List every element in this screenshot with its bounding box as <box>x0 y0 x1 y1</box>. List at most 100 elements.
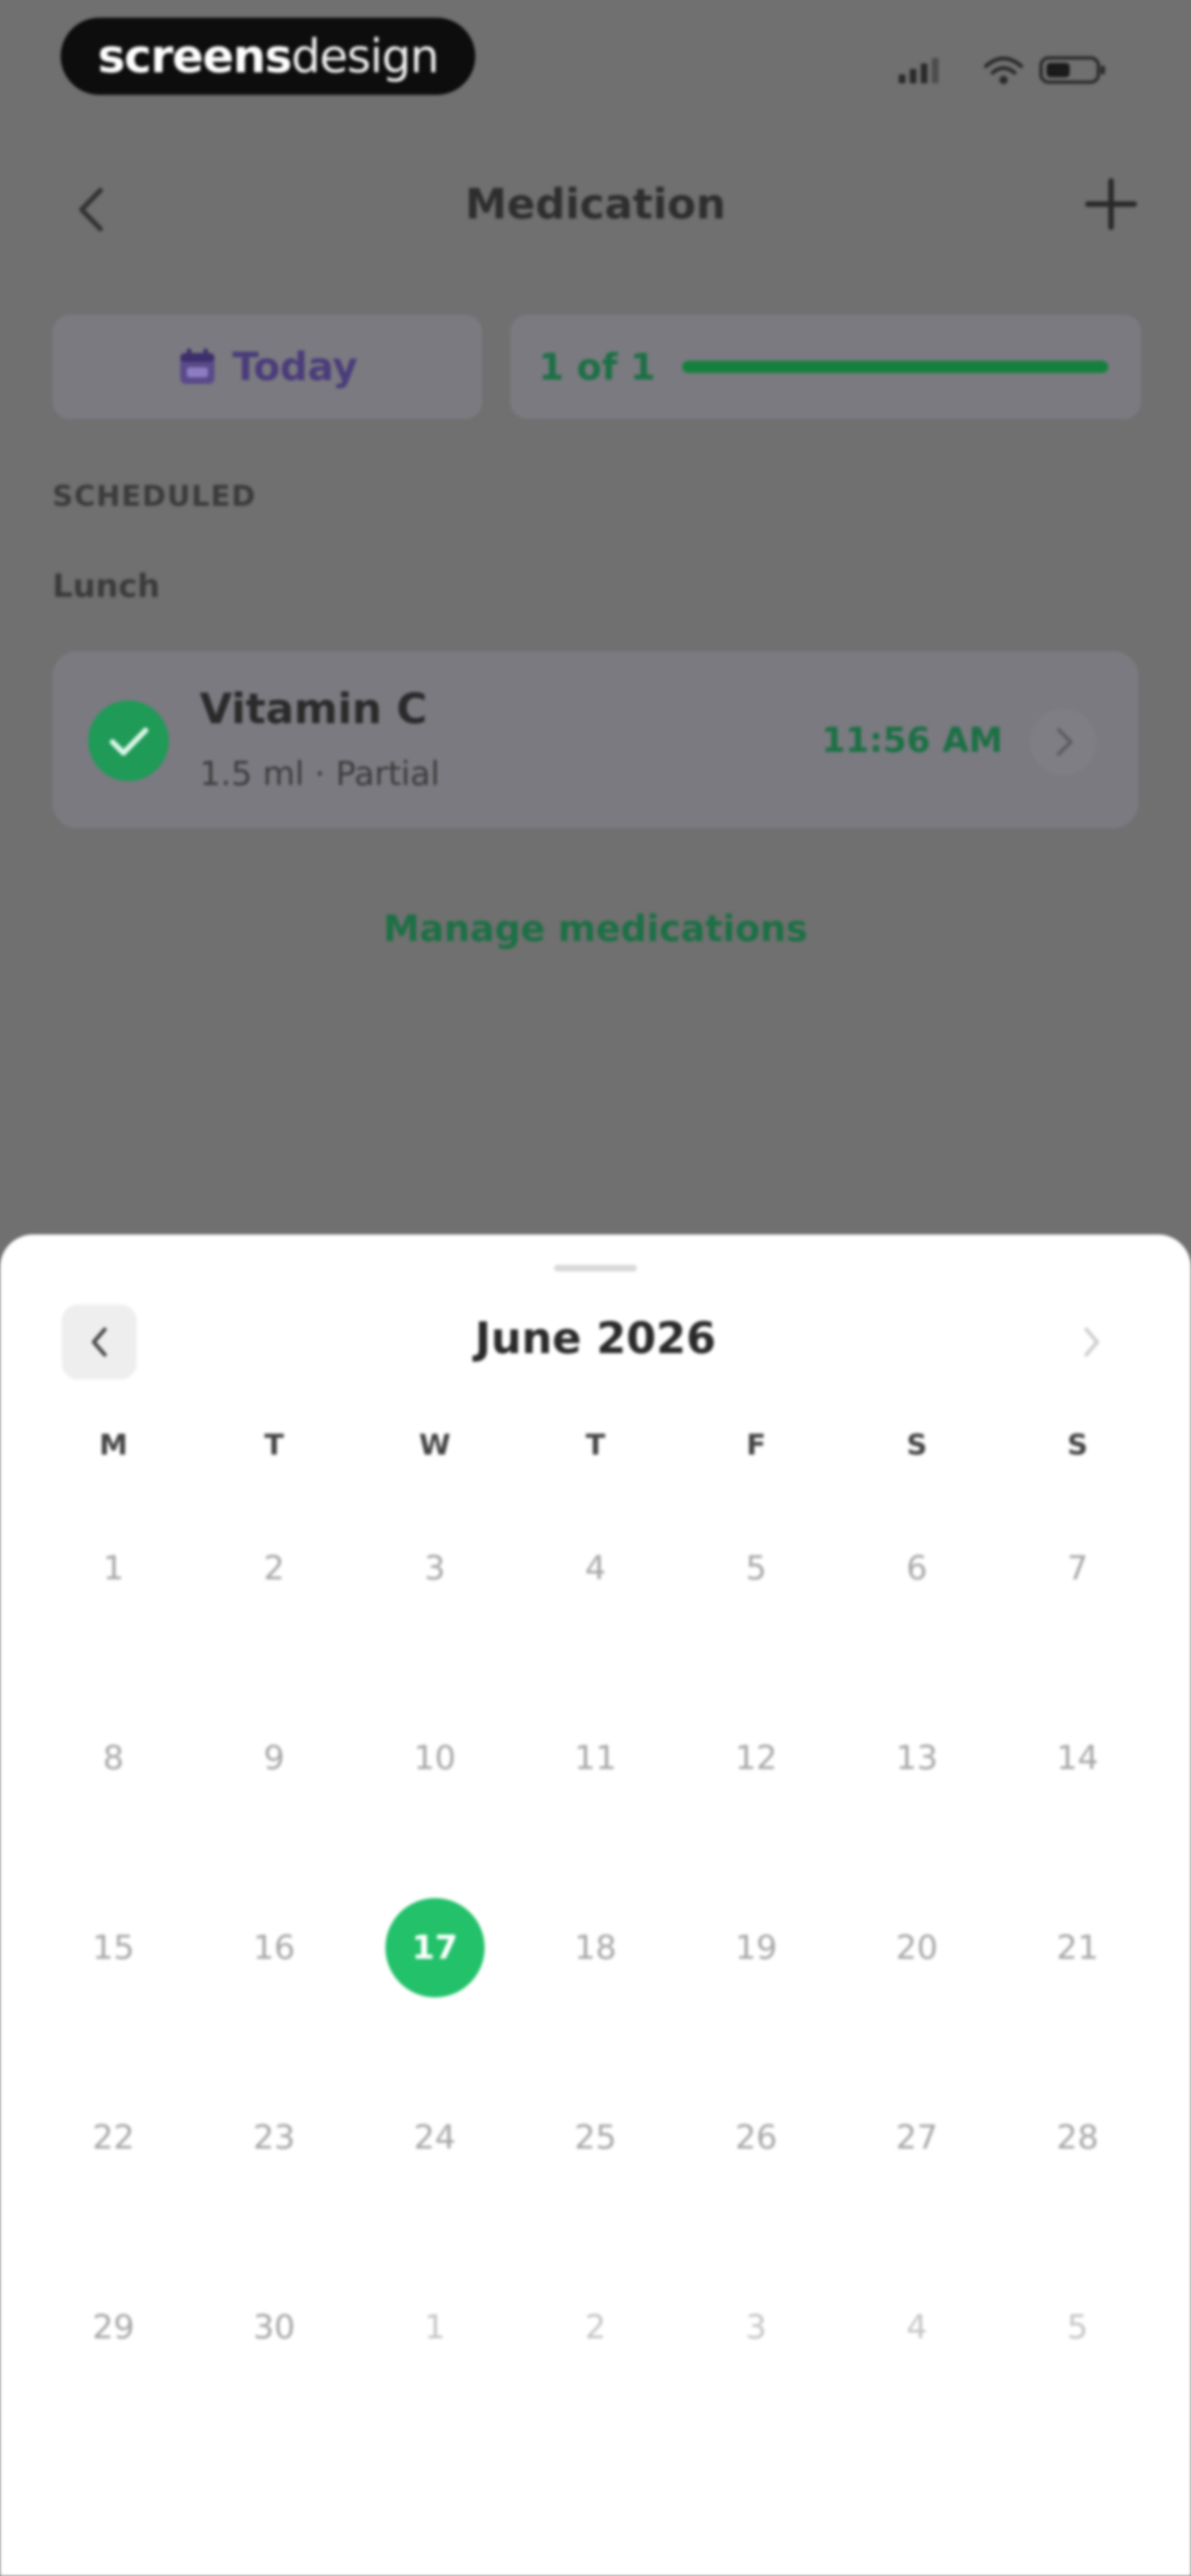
calendar-week: 29 30 1 2 3 4 5 <box>33 2290 1158 2479</box>
check-circle-icon[interactable] <box>88 701 169 781</box>
progress-fill <box>682 361 1108 373</box>
calendar-day[interactable]: 23 <box>194 2100 354 2290</box>
calendar-day-number: 11 <box>574 1739 617 1777</box>
calendar-day-number: 5 <box>745 1549 767 1588</box>
calendar-day[interactable]: 19 <box>676 1910 836 2100</box>
medication-time: 11:56 AM <box>822 720 1003 760</box>
calendar-day-number: 20 <box>895 1928 938 1967</box>
calendar-day-number: 1 <box>103 1549 124 1588</box>
medication-name: Vitamin C <box>200 684 427 733</box>
calendar-day[interactable]: 5 <box>676 1531 836 1720</box>
calendar-day-number: 21 <box>1056 1928 1099 1967</box>
calendar-day-number: 6 <box>906 1549 927 1588</box>
calendar-day-number: 3 <box>745 2308 767 2347</box>
calendar-day[interactable]: 6 <box>836 1531 997 1720</box>
calendar-day[interactable]: 15 <box>33 1910 194 2100</box>
calendar-day[interactable]: 21 <box>997 1910 1158 2100</box>
calendar-week: 15 16 17 18 19 20 21 <box>33 1898 1158 2100</box>
calendar-day-number: 26 <box>735 2118 777 2157</box>
today-button[interactable]: Today <box>52 314 482 419</box>
calendar-day-number: 7 <box>1067 1549 1088 1588</box>
calendar-day[interactable]: 26 <box>676 2100 836 2290</box>
wifi-icon <box>984 56 1023 84</box>
battery-icon <box>1039 56 1105 84</box>
calendar-day-number: 4 <box>584 1549 607 1588</box>
chevron-right-icon <box>1084 1327 1099 1357</box>
calendar-day[interactable]: 4 <box>515 1531 675 1720</box>
calendar-day-number: 5 <box>1067 2308 1088 2347</box>
calendar-day-number: 29 <box>92 2308 135 2347</box>
calendar-day-number: 23 <box>253 2118 296 2157</box>
progress-text: 1 of 1 <box>539 345 656 388</box>
calendar-day-number: 1 <box>424 2308 446 2347</box>
weekday-label: T <box>586 1429 605 1462</box>
section-label: SCHEDULED <box>52 480 256 513</box>
calendar-day-number: 8 <box>103 1739 124 1777</box>
calendar-day-number: 3 <box>424 1549 446 1588</box>
progress-track <box>682 361 1108 373</box>
next-month-button[interactable] <box>1053 1305 1128 1380</box>
calendar-day[interactable]: 11 <box>515 1720 675 1910</box>
calendar-day[interactable]: 1 <box>355 2290 515 2479</box>
calendar-day[interactable]: 24 <box>355 2100 515 2290</box>
calendar-day[interactable]: 28 <box>997 2100 1158 2290</box>
weekday-header: M T W T F S S <box>33 1429 1158 1462</box>
calendar-day[interactable]: 27 <box>836 2100 997 2290</box>
calendar-day[interactable]: 16 <box>194 1910 354 2100</box>
calendar-day-number: 22 <box>92 2118 135 2157</box>
calendar-day[interactable]: 18 <box>515 1910 675 2100</box>
calendar-day[interactable]: 20 <box>836 1910 997 2100</box>
calendar-week: 8 9 10 11 12 13 14 <box>33 1720 1158 1910</box>
weekday-label: F <box>746 1429 766 1462</box>
calendar-day[interactable]: 30 <box>194 2290 354 2479</box>
medication-details-button[interactable] <box>1030 709 1096 775</box>
calendar-day[interactable]: 5 <box>997 2290 1158 2479</box>
calendar-day[interactable]: 8 <box>33 1720 194 1910</box>
manage-medications-link[interactable]: Manage medications <box>0 907 1191 950</box>
signal-icon <box>899 58 938 83</box>
calendar-icon <box>180 349 215 384</box>
page-title: Medication <box>465 179 726 228</box>
chevron-right-icon <box>1056 728 1073 756</box>
calendar-day[interactable]: 7 <box>997 1531 1158 1720</box>
calendar-day[interactable]: 9 <box>194 1720 354 1910</box>
calendar-day-number: 30 <box>253 2308 296 2347</box>
calendar-day[interactable]: 1 <box>33 1531 194 1720</box>
brand-logo: screens design <box>61 18 475 95</box>
calendar-day-number: 19 <box>735 1928 777 1967</box>
weekday-label: M <box>99 1429 128 1462</box>
calendar-week: 22 23 24 25 26 27 28 <box>33 2100 1158 2290</box>
calendar-day[interactable]: 4 <box>836 2290 997 2479</box>
calendar-day-number: 27 <box>895 2118 938 2157</box>
calendar-day-number: 28 <box>1056 2118 1099 2157</box>
today-label: Today <box>232 344 358 389</box>
calendar-day-number: 10 <box>414 1739 456 1777</box>
calendar-day[interactable]: 12 <box>676 1720 836 1910</box>
status-icons <box>899 56 1105 84</box>
calendar-day-number: 24 <box>414 2118 456 2157</box>
group-label: Lunch <box>52 567 160 605</box>
weekday-label: W <box>419 1429 451 1462</box>
calendar-day[interactable]: 3 <box>355 1531 515 1720</box>
calendar-day[interactable]: 2 <box>515 2290 675 2479</box>
calendar-day-selected[interactable]: 17 <box>355 1898 515 2100</box>
calendar-day[interactable]: 29 <box>33 2290 194 2479</box>
calendar-day[interactable]: 10 <box>355 1720 515 1910</box>
calendar-day-number: 17 <box>385 1898 485 1997</box>
add-medication-icon[interactable] <box>1083 177 1139 232</box>
calendar-week: 1 2 3 4 5 6 7 <box>33 1531 1158 1720</box>
medication-detail: 1.5 ml · Partial <box>200 755 440 793</box>
brand-light: design <box>291 29 439 83</box>
calendar-day[interactable]: 2 <box>194 1531 354 1720</box>
calendar-day[interactable]: 14 <box>997 1720 1158 1910</box>
sheet-grabber[interactable] <box>554 1265 637 1271</box>
calendar-day[interactable]: 13 <box>836 1720 997 1910</box>
calendar-day-number: 18 <box>574 1928 617 1967</box>
calendar-day-number: 12 <box>735 1739 777 1777</box>
calendar-day[interactable]: 22 <box>33 2100 194 2290</box>
daily-progress: 1 of 1 <box>510 314 1141 419</box>
weekday-label: T <box>264 1429 284 1462</box>
brand-bold: screens <box>98 29 292 83</box>
calendar-day[interactable]: 3 <box>676 2290 836 2479</box>
calendar-day[interactable]: 25 <box>515 2100 675 2290</box>
